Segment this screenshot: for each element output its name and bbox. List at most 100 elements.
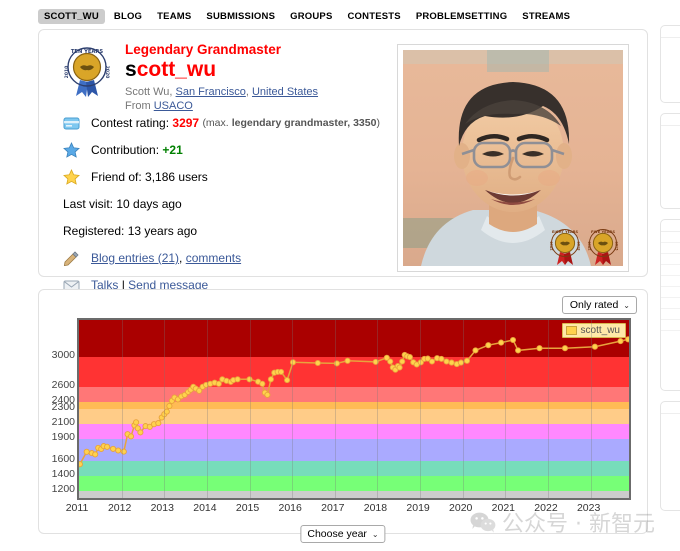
nav-item-problemsetting[interactable]: PROBLEMSETTING bbox=[410, 9, 513, 24]
gridline bbox=[249, 320, 251, 498]
friend-of-row: Friend of: 3,186 users bbox=[63, 166, 413, 188]
y-tick-2100: 2100 bbox=[51, 415, 75, 428]
x-tick-2012: 2012 bbox=[107, 502, 132, 514]
right-sidebar bbox=[660, 25, 680, 521]
svg-text:EIGHT YEARS: EIGHT YEARS bbox=[552, 230, 578, 234]
x-tick-2013: 2013 bbox=[150, 502, 174, 514]
nav-item-scott-wu[interactable]: SCOTT_WU bbox=[38, 9, 105, 24]
y-axis-labels: 1200 1400 1600 1900 2100 2300 2400 2600 3000 bbox=[47, 318, 75, 500]
blog-entries-row: Blog entries (21), comments bbox=[63, 247, 413, 269]
x-tick-2015: 2015 bbox=[235, 502, 260, 514]
handle-first-letter: s bbox=[125, 58, 137, 81]
x-tick-2022: 2022 bbox=[534, 502, 558, 514]
x-tick-2016: 2016 bbox=[278, 502, 302, 514]
profile-panel: TEN YEARS 2010 2020 Legendary Grandmaste… bbox=[38, 29, 648, 292]
rank-title: Legendary Grandmaster bbox=[125, 42, 282, 57]
sidebar-widget-4 bbox=[660, 401, 680, 511]
blog-entries-link[interactable]: Blog entries (21) bbox=[91, 251, 179, 265]
gridline bbox=[121, 320, 123, 498]
chevron-down-icon: ⌄ bbox=[371, 530, 379, 539]
country-link[interactable]: United States bbox=[252, 86, 318, 98]
sidebar-widget-1 bbox=[660, 25, 680, 103]
svg-text:2018: 2018 bbox=[577, 242, 581, 252]
svg-text:TEN YEARS: TEN YEARS bbox=[71, 49, 104, 55]
gridline bbox=[547, 320, 549, 498]
gridline bbox=[590, 320, 592, 498]
nav-item-contests[interactable]: CONTESTS bbox=[342, 9, 407, 24]
rating-plot: 1200 1400 1600 1900 2100 2300 2400 2600 3000 sco… bbox=[47, 318, 639, 543]
y-tick-1900: 1900 bbox=[51, 430, 75, 443]
last-visit-text: Last visit: 10 days ago bbox=[63, 197, 182, 211]
y-tick-1600: 1600 bbox=[51, 452, 75, 465]
gridline bbox=[462, 320, 464, 498]
organization-link[interactable]: USACO bbox=[154, 100, 193, 112]
nav-item-blog[interactable]: BLOG bbox=[108, 9, 148, 24]
nav-item-teams[interactable]: TEAMS bbox=[151, 9, 197, 24]
eight-years-medal-icon: EIGHT YEARS 2010 2018 bbox=[549, 229, 581, 265]
from-label: From bbox=[125, 100, 151, 113]
svg-text:2010: 2010 bbox=[549, 241, 553, 251]
svg-text:2010: 2010 bbox=[64, 66, 70, 79]
gridline bbox=[377, 320, 379, 498]
nav-item-submissions[interactable]: SUBMISSIONS bbox=[200, 9, 281, 24]
blog-separator: , bbox=[179, 251, 183, 265]
max-rating-suffix: ) bbox=[376, 117, 380, 129]
main-navigation: SCOTT_WU BLOG TEAMS SUBMISSIONS GROUPS CONTES… bbox=[0, 0, 680, 30]
x-tick-2021: 2021 bbox=[491, 502, 516, 514]
ten-years-medal-icon: TEN YEARS 2010 2020 bbox=[59, 44, 115, 100]
x-tick-2020: 2020 bbox=[449, 502, 473, 514]
nav-item-streams[interactable]: STREAMS bbox=[516, 9, 576, 24]
sidebar-widget-3 bbox=[660, 219, 680, 391]
only-rated-dropdown[interactable]: Only rated ⌄ bbox=[561, 296, 637, 314]
avatar-medals: EIGHT YEARS 2010 2018 FIVE YEARS 2010 20… bbox=[547, 228, 621, 266]
plot-area[interactable]: scott_wu bbox=[77, 318, 631, 500]
contest-rating-row: Contest rating: 3297 (max. legendary gran… bbox=[63, 112, 413, 134]
x-axis-labels: 2011 2012 2013 2014 2015 2016 2017 2018 2019 2020… bbox=[66, 502, 631, 520]
max-rating-prefix: (max. bbox=[202, 117, 229, 129]
chevron-down-icon: ⌄ bbox=[623, 301, 630, 310]
gridline bbox=[164, 320, 166, 498]
svg-text:2015: 2015 bbox=[615, 242, 619, 251]
friend-of-value: 3,186 users bbox=[145, 170, 208, 184]
max-rating-value: legendary grandmaster, 3350 bbox=[231, 117, 377, 129]
contest-rating-value: 3297 bbox=[172, 116, 200, 130]
comments-link[interactable]: comments bbox=[186, 251, 241, 265]
gridline bbox=[334, 320, 336, 498]
gridline bbox=[292, 320, 294, 498]
last-visit-row: Last visit: 10 days ago bbox=[63, 193, 413, 215]
svg-text:2020: 2020 bbox=[104, 66, 110, 79]
blue-star-icon bbox=[63, 141, 85, 159]
svg-text:2010: 2010 bbox=[587, 241, 591, 251]
x-tick-2018: 2018 bbox=[363, 502, 388, 514]
x-tick-2019: 2019 bbox=[406, 502, 430, 514]
city-link[interactable]: San Francisco bbox=[176, 86, 246, 98]
real-name: Scott Wu, bbox=[125, 85, 173, 98]
friend-of-label: Friend of: bbox=[91, 170, 142, 184]
choose-year-label: Choose year bbox=[307, 528, 367, 540]
yellow-star-icon bbox=[63, 168, 85, 186]
legend-swatch bbox=[565, 326, 577, 335]
y-tick-2400: 2400 bbox=[51, 393, 75, 406]
x-tick-2011: 2011 bbox=[65, 502, 89, 514]
x-tick-2023: 2023 bbox=[576, 502, 601, 514]
contribution-value: +21 bbox=[162, 143, 183, 157]
blog-pencil-icon bbox=[63, 249, 85, 267]
contribution-label: Contribution: bbox=[91, 143, 160, 157]
user-handle[interactable]: scott_wu bbox=[125, 58, 318, 82]
gridline bbox=[505, 320, 507, 498]
rating-series-scott_wu bbox=[79, 336, 629, 468]
only-rated-label: Only rated bbox=[569, 299, 619, 311]
sidebar-widget-2 bbox=[660, 113, 680, 209]
user-location-line: Scott Wu, San Francisco, United States F… bbox=[125, 85, 318, 115]
y-tick-2600: 2600 bbox=[51, 378, 75, 391]
y-tick-1400: 1400 bbox=[51, 467, 75, 480]
contribution-row: Contribution: +21 bbox=[63, 139, 413, 161]
profile-info-list: Contest rating: 3297 (max. legendary gran… bbox=[63, 112, 413, 301]
registered-text: Registered: 13 years ago bbox=[63, 224, 198, 238]
nav-item-groups[interactable]: GROUPS bbox=[284, 9, 338, 24]
gridline bbox=[420, 320, 422, 498]
registered-row: Registered: 13 years ago bbox=[63, 220, 413, 242]
choose-year-dropdown[interactable]: Choose year ⌄ bbox=[300, 525, 386, 543]
five-years-medal-icon: FIVE YEARS 2010 2015 bbox=[587, 229, 619, 265]
legend-label: scott_wu bbox=[580, 325, 620, 336]
